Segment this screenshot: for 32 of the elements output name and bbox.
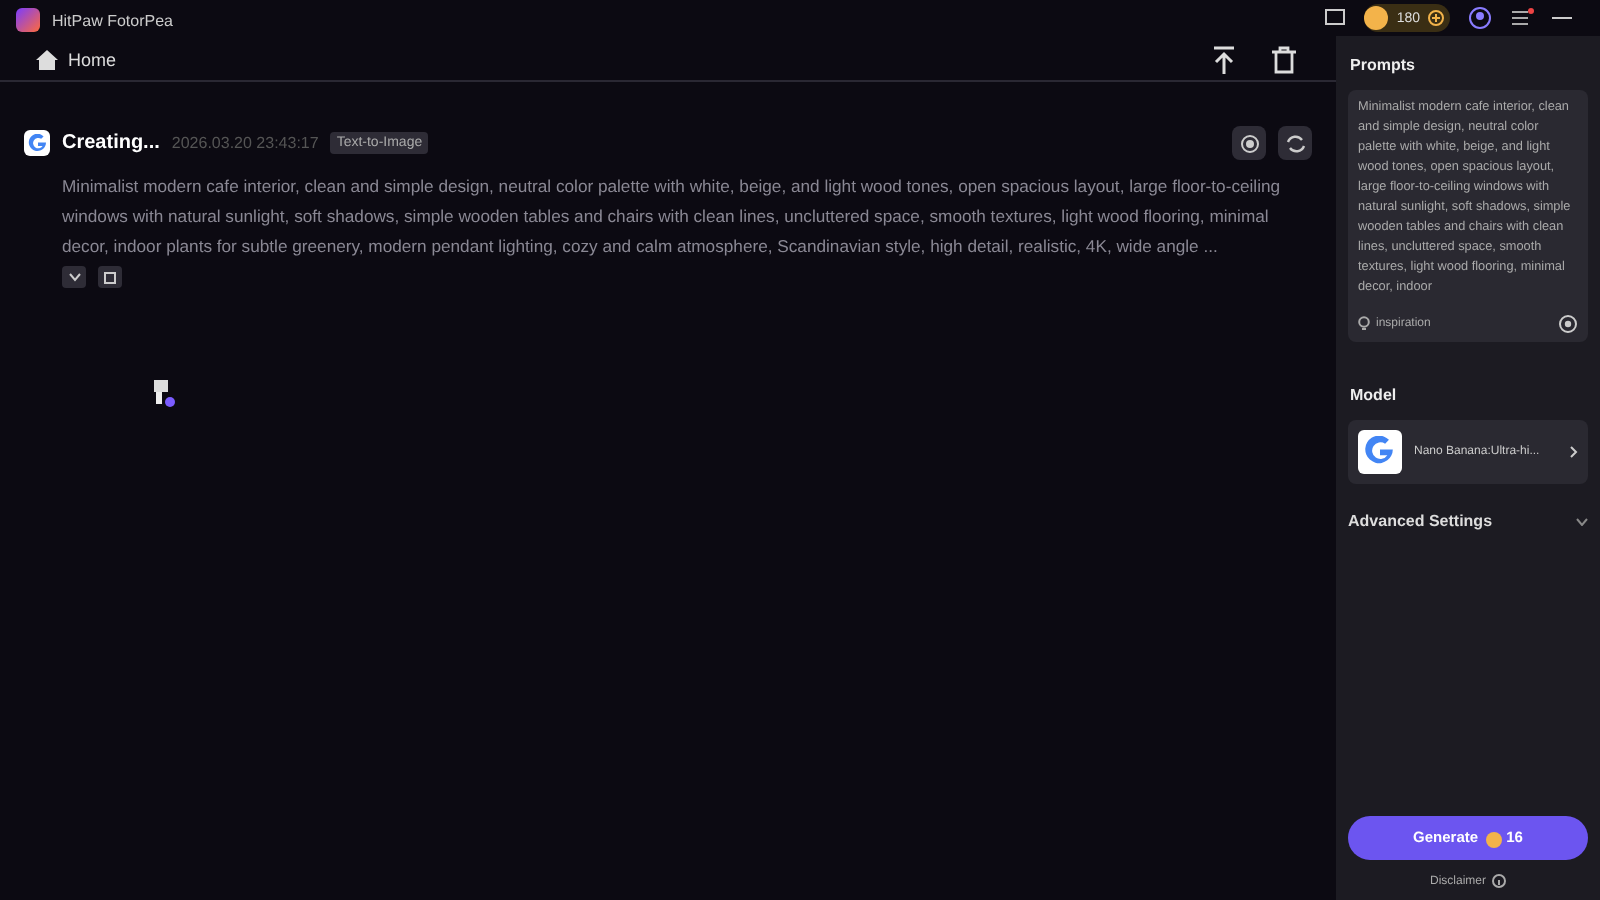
target-icon[interactable] bbox=[1558, 314, 1578, 334]
trash-icon[interactable] bbox=[1272, 46, 1296, 74]
task-status: Creating... bbox=[62, 132, 160, 154]
google-logo-icon bbox=[24, 130, 50, 156]
chevron-down-icon[interactable] bbox=[1576, 517, 1588, 525]
task-prompt: Minimalist modern cafe interior, clean and simple design, neutral color palette with white, beige, and light wood tones, open spacious layout, large floor-to-ceiling windows with natural sunlight, soft shadows, simple wooden tables and chairs with clean lines, uncluttered space, smooth textures, light wood flooring, minimal decor, indoor plants for subtle greenery, modern pendant lighting, cozy and calm atmosphere, Scandinavian style, high detail, realistic, 4K, wide angle ... bbox=[62, 174, 1283, 260]
advanced-settings-toggle[interactable]: Advanced Settings bbox=[1348, 512, 1493, 530]
chevron-down-icon bbox=[67, 272, 81, 282]
user-icon[interactable] bbox=[1468, 6, 1492, 30]
refresh-icon bbox=[1285, 133, 1305, 153]
app-title: HitPaw FotorPea bbox=[52, 11, 173, 29]
screen-icon[interactable] bbox=[1324, 8, 1347, 28]
target-icon bbox=[1239, 133, 1259, 153]
regenerate-button[interactable] bbox=[1278, 126, 1312, 160]
info-icon[interactable] bbox=[1492, 874, 1506, 888]
plus-icon bbox=[1428, 10, 1444, 26]
expand-button[interactable] bbox=[62, 266, 86, 288]
model-heading: Model bbox=[1350, 386, 1399, 404]
target-button[interactable] bbox=[1232, 126, 1266, 160]
copy-icon bbox=[103, 270, 117, 284]
lightbulb-icon bbox=[1358, 316, 1370, 332]
upload-icon[interactable] bbox=[1212, 46, 1236, 74]
minimize-icon[interactable] bbox=[1552, 14, 1572, 22]
prompts-heading: Prompts bbox=[1350, 56, 1417, 74]
copy-button[interactable] bbox=[98, 266, 122, 288]
home-icon bbox=[36, 50, 58, 70]
chevron-right-icon bbox=[1570, 446, 1578, 458]
google-logo-icon bbox=[1364, 436, 1396, 468]
app-logo-icon bbox=[16, 8, 40, 32]
home-link[interactable]: Home bbox=[36, 50, 117, 70]
menu-icon[interactable] bbox=[1510, 8, 1534, 28]
task-timestamp: 2026.03.20 23:43:17 bbox=[171, 134, 319, 152]
